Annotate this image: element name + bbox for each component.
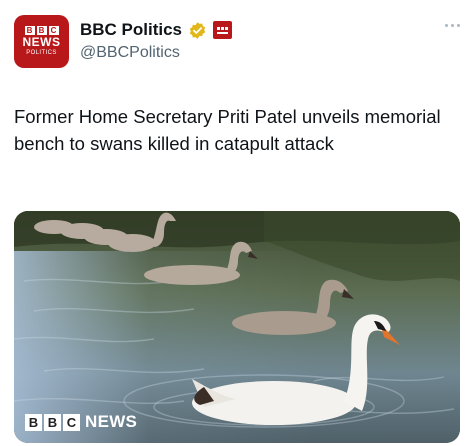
swans-photo: [14, 211, 460, 443]
logo-word: NEWS: [85, 412, 138, 431]
tweet-media-image[interactable]: B B C NEWS: [14, 211, 460, 443]
avatar-news-text: NEWS: [22, 35, 61, 49]
avatar[interactable]: B B C NEWS POLITICS: [14, 15, 69, 68]
bbc-news-logo: B B C NEWS: [25, 412, 137, 432]
avatar-bbc-letter: B: [36, 26, 47, 35]
bbc-affiliate-badge-icon[interactable]: [213, 21, 233, 39]
logo-letter: C: [63, 413, 80, 431]
logo-letter: B: [25, 413, 42, 431]
logo-letter: B: [44, 413, 61, 431]
account-name-row: BBC Politics: [80, 20, 233, 40]
more-options-icon[interactable]: [445, 24, 460, 27]
avatar-bbc-letter: C: [48, 26, 59, 35]
tweet-text: Former Home Secretary Priti Patel unveil…: [14, 106, 441, 154]
account-handle[interactable]: @BBCPolitics: [80, 44, 180, 62]
avatar-sub-text: POLITICS: [26, 50, 57, 56]
avatar-bbc-blocks: B B C: [24, 26, 59, 35]
display-name[interactable]: BBC Politics: [80, 20, 182, 40]
avatar-bbc-letter: B: [24, 26, 35, 35]
verified-icon[interactable]: [188, 21, 207, 40]
